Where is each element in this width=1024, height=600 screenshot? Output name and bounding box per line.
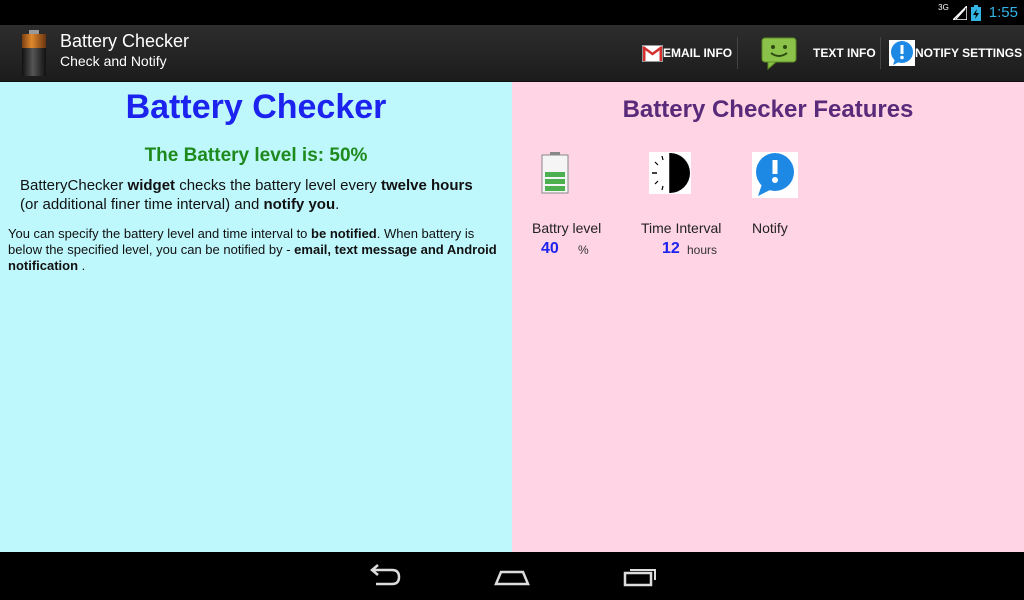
features-title: Battery Checker Features [622, 96, 914, 123]
status-clock: 1:55 [988, 4, 1018, 21]
notify-settings-button[interactable]: NOTIFY SETTINGS [889, 25, 1022, 81]
back-icon[interactable] [364, 562, 404, 590]
left-panel: Battery Checker The Battery level is: 50… [0, 82, 512, 552]
battery-level-text: The Battery level is: 50% [144, 145, 368, 166]
notification-paragraph: You can specify the battery level and ti… [8, 226, 497, 273]
status-icons: 3G 1:55 [938, 2, 1018, 23]
battery-icon [541, 152, 569, 194]
gmail-icon [642, 44, 663, 62]
status-bar: 3G 1:55 [0, 0, 1024, 25]
action-divider [880, 37, 881, 69]
clock-icon [649, 152, 691, 194]
sms-icon [761, 37, 797, 70]
battery-level-unit: % [578, 243, 589, 257]
description-paragraph: BatteryChecker widget checks the battery… [20, 177, 473, 213]
notify-icon [752, 152, 798, 198]
time-interval-unit: hours [687, 243, 718, 257]
action-bar: Battery Checker Check and Notify EMAIL I… [0, 25, 1024, 82]
battery-level-value: 40 [541, 240, 559, 257]
home-icon[interactable] [492, 562, 532, 590]
email-info-label: EMAIL INFO [663, 46, 733, 60]
time-interval-value: 12 [662, 240, 680, 257]
text-info-label: TEXT INFO [813, 46, 876, 60]
page-title: Battery Checker [125, 88, 387, 126]
app-title: Battery Checker [60, 31, 190, 51]
notify-icon [889, 40, 915, 66]
action-divider [737, 37, 738, 69]
battery-charging-icon [970, 4, 981, 21]
signal-icon [952, 5, 967, 20]
feature-label: Battry level [532, 220, 602, 236]
recent-apps-icon[interactable] [620, 562, 660, 590]
text-info-button[interactable]: TEXT INFO [760, 25, 876, 81]
right-panel: Battery Checker Features Battry level 40… [512, 82, 1024, 552]
network-type: 3G [938, 3, 949, 12]
feature-label: Notify [752, 220, 788, 236]
notify-settings-label: NOTIFY SETTINGS [915, 46, 1023, 60]
app-subtitle: Check and Notify [60, 53, 167, 69]
feature-label: Time Interval [641, 220, 722, 236]
battery-app-icon[interactable] [20, 30, 48, 76]
email-info-button[interactable]: EMAIL INFO [642, 25, 732, 81]
navigation-bar [0, 552, 1024, 600]
